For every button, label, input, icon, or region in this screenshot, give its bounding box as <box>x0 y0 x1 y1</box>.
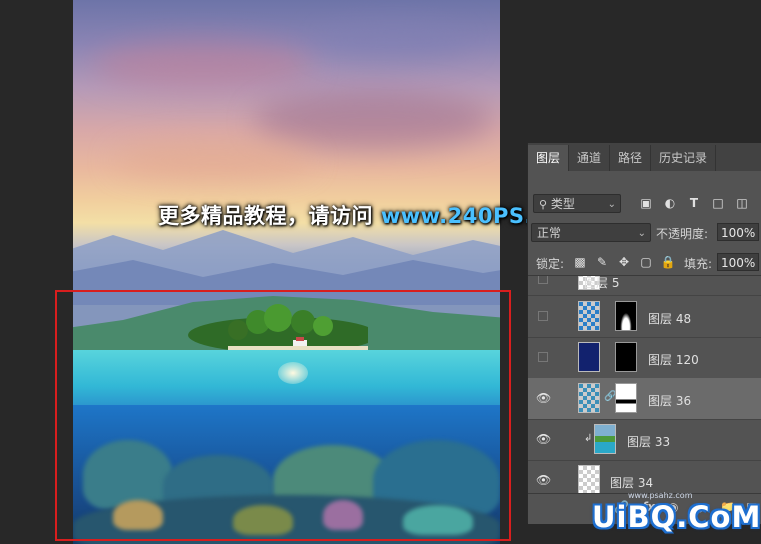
layer-name[interactable]: 图层 48 <box>648 310 691 327</box>
layer-name[interactable]: 图层 120 <box>648 351 699 368</box>
visibility-toggle[interactable] <box>538 311 548 321</box>
watermark-cn: 更多精品教程，请访问 <box>158 204 373 228</box>
layer-name[interactable]: 图层 5 <box>584 276 619 291</box>
search-icon: ⚲ <box>539 198 548 211</box>
visibility-toggle[interactable] <box>538 276 548 284</box>
layer-thumbnail <box>578 342 600 372</box>
lock-move-icon[interactable]: ✥ <box>616 254 632 270</box>
eye-icon[interactable]: 👁 <box>536 391 551 405</box>
tab-paths[interactable]: 路径 <box>610 145 652 171</box>
opacity-input[interactable]: 100% <box>717 223 759 241</box>
layer-filter-dropdown[interactable]: ⚲ 类型 ⌄ <box>533 194 621 213</box>
layers-list: 图层 5 图层 48 图层 120 👁 🔗 图层 36 👁 ↲ 图层 33 👁 … <box>528 275 761 494</box>
fill-input[interactable]: 100% <box>717 253 759 271</box>
type-filter-icon[interactable]: T <box>686 195 702 211</box>
layer-name[interactable]: 图层 33 <box>627 433 670 450</box>
layer-row[interactable]: 图层 48 <box>528 296 761 338</box>
adjustment-filter-icon[interactable]: ◐ <box>662 195 678 211</box>
layer-name[interactable]: 图层 36 <box>648 392 691 409</box>
chevron-down-icon: ⌄ <box>607 199 616 210</box>
panel-tabs: 图层 通道 路径 历史记录 <box>528 143 761 171</box>
cloud <box>113 140 313 180</box>
layer-row[interactable]: 图层 5 <box>528 276 761 296</box>
layer-thumbnail <box>594 424 616 454</box>
cloud <box>253 90 493 150</box>
layer-mask-thumbnail <box>615 301 637 331</box>
layer-name[interactable]: 图层 34 <box>610 474 653 491</box>
cloud <box>93 40 313 90</box>
layer-mask-thumbnail <box>615 383 637 413</box>
visibility-toggle[interactable] <box>538 352 548 362</box>
tab-layers[interactable]: 图层 <box>528 145 570 171</box>
filter-kind-label: 类型 <box>550 197 575 211</box>
site-watermark: UiBQ.CoM <box>592 500 761 534</box>
smartobject-filter-icon[interactable]: ◫ <box>734 195 750 211</box>
layer-row[interactable]: 👁 ↲ 图层 33 <box>528 419 761 461</box>
highlight-rectangle <box>55 290 511 541</box>
layer-mask-thumbnail <box>615 342 637 372</box>
opacity-label: 不透明度: <box>656 227 709 241</box>
shape-filter-icon[interactable]: □ <box>710 195 726 211</box>
tab-history[interactable]: 历史记录 <box>651 145 717 171</box>
lock-all-icon[interactable]: 🔒 <box>660 254 676 270</box>
clipping-arrow-icon: ↲ <box>584 433 593 444</box>
layer-row[interactable]: 👁 图层 34 <box>528 460 761 494</box>
layer-row[interactable]: 图层 120 <box>528 337 761 379</box>
layer-thumbnail <box>578 465 600 494</box>
layer-thumbnail <box>578 383 600 413</box>
image-filter-icon[interactable]: ▣ <box>638 195 654 211</box>
eye-icon[interactable]: 👁 <box>536 473 551 487</box>
site-watermark-small: www.psahz.com <box>628 491 693 500</box>
canvas-watermark: 更多精品教程，请访问 www.240PS.com <box>158 200 583 230</box>
layer-thumbnail <box>578 301 600 331</box>
tab-channels[interactable]: 通道 <box>569 145 611 171</box>
lock-brush-icon[interactable]: ✎ <box>594 254 610 270</box>
lock-label: 锁定: <box>536 257 565 271</box>
layers-panel: 图层 通道 路径 历史记录 ⚲ 类型 ⌄ ▣ ◐ T □ ◫ 正常 ⌄ 不透明度… <box>527 143 761 524</box>
blend-mode-dropdown[interactable]: 正常 ⌄ <box>531 223 651 242</box>
eye-icon[interactable]: 👁 <box>536 432 551 446</box>
fill-label: 填充: <box>684 257 713 271</box>
blend-mode-value: 正常 <box>537 226 562 240</box>
lock-transparent-icon[interactable]: ▩ <box>572 254 588 270</box>
layer-row-selected[interactable]: 👁 🔗 图层 36 <box>528 378 761 420</box>
cloud <box>313 20 473 60</box>
chevron-down-icon: ⌄ <box>637 228 646 239</box>
lock-artboard-icon[interactable]: ▢ <box>638 254 654 270</box>
